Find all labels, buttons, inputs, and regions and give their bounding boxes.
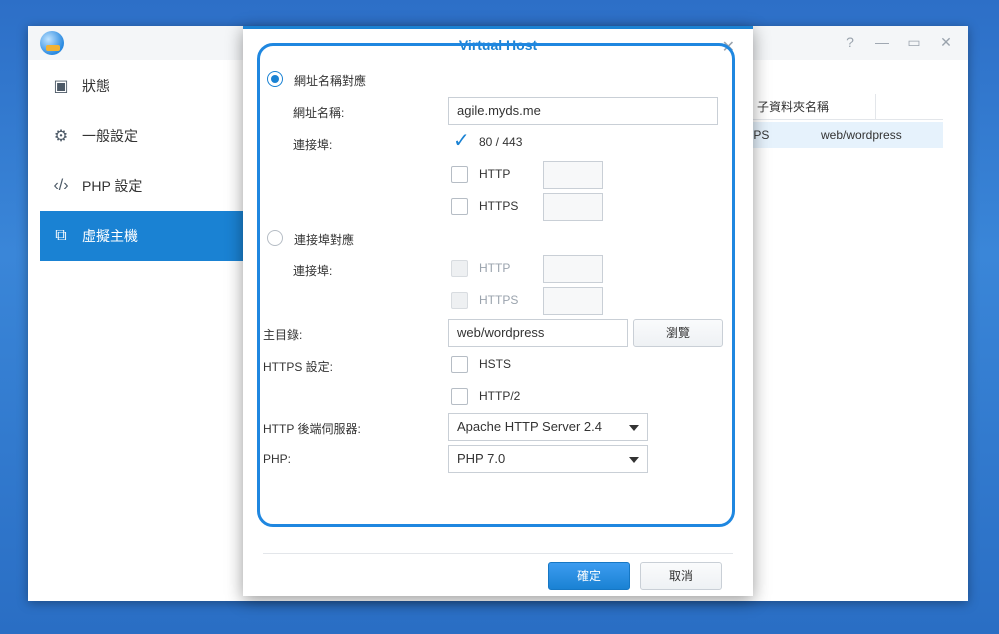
maximize-icon[interactable]: ▭ xyxy=(904,32,924,52)
status-card-icon: ▣ xyxy=(53,78,69,95)
sidebar-item-php-settings[interactable]: ‹/› PHP 設定 xyxy=(40,161,245,211)
http-label: HTTP xyxy=(479,167,511,181)
hsts-checkbox[interactable] xyxy=(451,356,468,373)
port-default-checkbox[interactable]: ✓ xyxy=(451,130,470,152)
https-label-disabled: HTTPS xyxy=(479,293,519,307)
sidebar-item-label: PHP 設定 xyxy=(82,178,143,194)
http-port-input-disabled[interactable] xyxy=(543,255,603,283)
backend-select-value: Apache HTTP Server 2.4 xyxy=(457,419,602,434)
backend-label: HTTP 後端伺服器: xyxy=(263,422,361,436)
http-port-input[interactable] xyxy=(543,161,603,189)
hostname-input[interactable]: agile.myds.me xyxy=(448,97,718,125)
php-select[interactable]: PHP 7.0 xyxy=(448,445,648,473)
sidebar-item-label: 狀態 xyxy=(82,78,110,94)
table-header: 子資料夾名稱 xyxy=(746,94,943,120)
window-controls: ? — ▭ ✕ xyxy=(840,32,956,52)
http2-checkbox[interactable] xyxy=(451,388,468,405)
column-header-subfolder[interactable]: 子資料夾名稱 xyxy=(746,94,876,120)
hostname-mode-radio[interactable] xyxy=(267,71,283,87)
http-label-disabled: HTTP xyxy=(479,261,511,275)
https-checkbox-disabled[interactable] xyxy=(451,292,468,309)
chevron-down-icon xyxy=(629,425,639,431)
php-select-value: PHP 7.0 xyxy=(457,451,506,466)
row-folder: web/wordpress xyxy=(821,128,902,142)
gear-icon: ⚙ xyxy=(53,128,69,145)
virtual-host-icon: ⧉ xyxy=(55,227,67,244)
http2-label: HTTP/2 xyxy=(479,389,521,403)
help-icon[interactable]: ? xyxy=(840,32,860,52)
hsts-label: HSTS xyxy=(479,357,512,371)
backend-select[interactable]: Apache HTTP Server 2.4 xyxy=(448,413,648,441)
table-row[interactable]: TPS web/wordpress xyxy=(746,122,943,148)
virtual-host-dialog: Virtual Host ✕ 網址名稱對應 網址名稱: agile.myds.m… xyxy=(243,26,753,596)
browse-button[interactable]: 瀏覽 xyxy=(633,319,723,347)
doc-root-label: 主目錄: xyxy=(263,328,303,342)
port-mode-radio[interactable] xyxy=(267,230,283,246)
php-label: PHP: xyxy=(263,452,292,466)
cancel-button[interactable]: 取消 xyxy=(640,562,722,590)
checkmark-icon: ✓ xyxy=(453,130,470,152)
code-icon: ‹/› xyxy=(53,177,69,194)
http-checkbox[interactable] xyxy=(451,166,468,183)
close-icon[interactable]: ✕ xyxy=(936,32,956,52)
hostname-mode-label: 網址名稱對應 xyxy=(294,74,367,88)
web-station-app-icon xyxy=(40,31,64,55)
https-checkbox[interactable] xyxy=(451,198,468,215)
sidebar: ▣ 狀態 ⚙ 一般設定 ‹/› PHP 設定 ⧉ 虛擬主機 xyxy=(40,61,245,261)
doc-root-input[interactable]: web/wordpress xyxy=(448,319,628,347)
http-checkbox-disabled[interactable] xyxy=(451,260,468,277)
sidebar-item-general-settings[interactable]: ⚙ 一般設定 xyxy=(40,111,245,161)
port-label-2: 連接埠: xyxy=(293,264,333,278)
port-label: 連接埠: xyxy=(293,138,333,152)
https-settings-label: HTTPS 設定: xyxy=(263,360,334,374)
hostname-label: 網址名稱: xyxy=(293,106,345,120)
https-port-input-disabled[interactable] xyxy=(543,287,603,315)
port-default-label: 80 / 443 xyxy=(479,135,523,149)
chevron-down-icon xyxy=(629,457,639,463)
https-port-input[interactable] xyxy=(543,193,603,221)
sidebar-item-label: 一般設定 xyxy=(82,128,138,144)
sidebar-item-virtual-host[interactable]: ⧉ 虛擬主機 xyxy=(40,211,245,261)
footer-divider xyxy=(263,553,733,554)
https-label: HTTPS xyxy=(479,199,519,213)
sidebar-item-status[interactable]: ▣ 狀態 xyxy=(40,61,245,111)
sidebar-item-label: 虛擬主機 xyxy=(82,228,138,244)
ok-button[interactable]: 確定 xyxy=(548,562,630,590)
minimize-icon[interactable]: — xyxy=(872,32,892,52)
port-mode-label: 連接埠對應 xyxy=(294,233,355,247)
